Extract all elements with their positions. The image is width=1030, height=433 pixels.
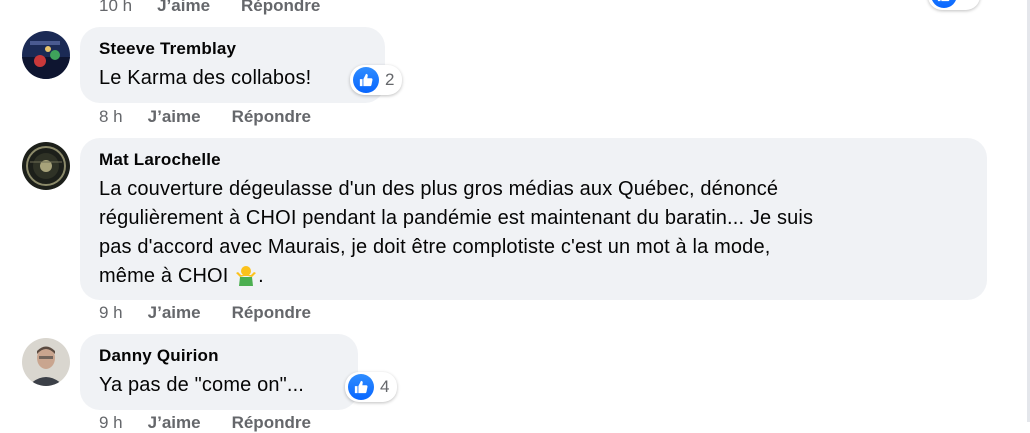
avatar[interactable] xyxy=(22,338,70,386)
person-shrugging-icon xyxy=(234,264,258,295)
comment-actions-partial: 9 h J’aime Répondre xyxy=(99,413,336,433)
reactions-count: 2 xyxy=(385,70,395,89)
avatar-steeve-tremblay-icon xyxy=(22,31,70,79)
avatar-danny-quirion-icon xyxy=(22,338,70,386)
comment-actions: 9 h J’aime Répondre xyxy=(99,303,336,323)
reply-link[interactable]: Répondre xyxy=(232,413,311,433)
reactions-count: 3 xyxy=(963,0,972,5)
like-link[interactable]: J’aime xyxy=(148,303,201,323)
comment-text: Ya pas de "come on"... xyxy=(99,374,305,396)
comment-actions: 8 h J’aime Répondre xyxy=(99,107,336,127)
reactions-summary-previous[interactable]: 3 xyxy=(928,0,981,10)
reply-link[interactable]: Répondre xyxy=(232,303,311,323)
comment-time[interactable]: 9 h xyxy=(99,303,123,323)
reply-link[interactable]: Répondre xyxy=(241,0,320,16)
like-reaction-icon xyxy=(348,374,374,400)
like-reaction-icon xyxy=(353,67,379,93)
like-link[interactable]: J’aime xyxy=(148,107,201,127)
comment-bubble: Steeve Tremblay Le Karma des collabos! xyxy=(80,27,385,103)
comment-text-line: pas d'accord avec Maurais, je doit être … xyxy=(99,236,771,258)
comment-bubble: Mat Larochelle La couverture dégeulasse … xyxy=(80,138,987,300)
avatar[interactable] xyxy=(22,142,70,190)
comment-author[interactable]: Mat Larochelle xyxy=(99,150,969,170)
comment-author[interactable]: Danny Quirion xyxy=(99,346,340,366)
comment-text-end: . xyxy=(258,265,264,287)
comment-text-line: La couverture dégeulasse d'un des plus g… xyxy=(99,178,779,200)
reactions-count: 4 xyxy=(380,377,390,396)
comment-text: Le Karma des collabos! xyxy=(99,67,312,89)
reply-link[interactable]: Répondre xyxy=(232,107,311,127)
avatar[interactable] xyxy=(22,31,70,79)
comment-time[interactable]: 9 h xyxy=(99,413,123,433)
comment-text: La couverture dégeulasse d'un des plus g… xyxy=(99,175,969,295)
comment-author[interactable]: Steeve Tremblay xyxy=(99,39,367,59)
comment-text-line: régulièrement à CHOI pendant la pandémie… xyxy=(99,207,814,229)
comment-text-line: même à CHOI xyxy=(99,265,229,287)
like-link[interactable]: J’aime xyxy=(148,413,201,433)
avatar-mat-larochelle-icon xyxy=(22,142,70,190)
comment-bubble: Danny Quirion Ya pas de "come on"... xyxy=(80,334,358,410)
reactions-summary[interactable]: 2 xyxy=(350,65,403,95)
like-link[interactable]: J’aime xyxy=(157,0,210,16)
reactions-summary[interactable]: 4 xyxy=(345,372,398,402)
comment-text-line-last: même à CHOI . xyxy=(99,262,969,295)
comment-actions-previous: 10 h J’aime Répondre xyxy=(99,0,345,16)
comment-time[interactable]: 8 h xyxy=(99,107,123,127)
comment-time[interactable]: 10 h xyxy=(99,0,132,16)
like-reaction-icon xyxy=(931,0,957,8)
